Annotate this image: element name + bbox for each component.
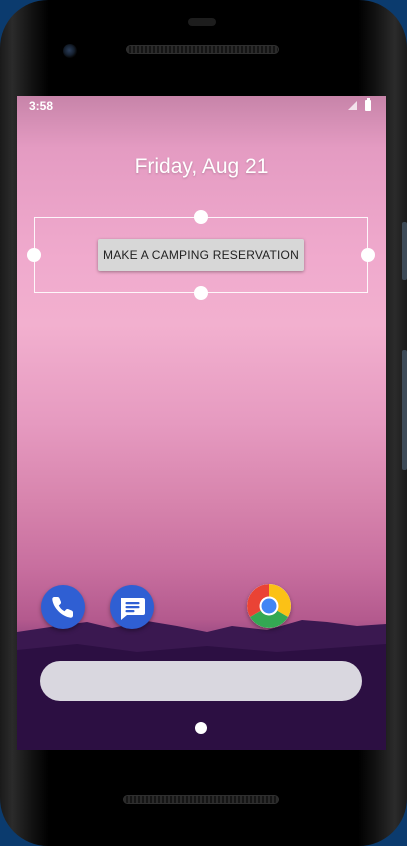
phone-app-icon[interactable] bbox=[41, 585, 85, 629]
resize-handle-right[interactable] bbox=[361, 248, 375, 262]
phone-frame: 3:58 Friday, Aug 21 MAKE A CAMPING RESER… bbox=[0, 0, 407, 846]
home-indicator-dot[interactable] bbox=[195, 722, 207, 734]
bottom-speaker-grille bbox=[123, 795, 279, 804]
resize-handle-top[interactable] bbox=[194, 210, 208, 224]
device-screen: 3:58 Friday, Aug 21 MAKE A CAMPING RESER… bbox=[17, 96, 386, 750]
messages-app-icon[interactable] bbox=[110, 585, 154, 629]
resize-handle-left[interactable] bbox=[27, 248, 41, 262]
signal-icon bbox=[348, 101, 357, 110]
resize-handle-bottom[interactable] bbox=[194, 286, 208, 300]
date-widget[interactable]: Friday, Aug 21 bbox=[17, 155, 386, 179]
status-bar: 3:58 bbox=[17, 96, 386, 116]
front-camera bbox=[63, 44, 77, 58]
top-speaker-grille bbox=[126, 45, 279, 54]
power-button[interactable] bbox=[402, 222, 407, 280]
camping-reservation-button[interactable]: MAKE A CAMPING RESERVATION bbox=[98, 239, 304, 271]
search-bar[interactable] bbox=[40, 661, 362, 701]
status-time: 3:58 bbox=[29, 99, 54, 113]
battery-icon bbox=[365, 98, 371, 111]
chrome-app-icon[interactable] bbox=[247, 584, 291, 628]
volume-button[interactable] bbox=[402, 350, 407, 470]
earpiece bbox=[188, 18, 216, 26]
